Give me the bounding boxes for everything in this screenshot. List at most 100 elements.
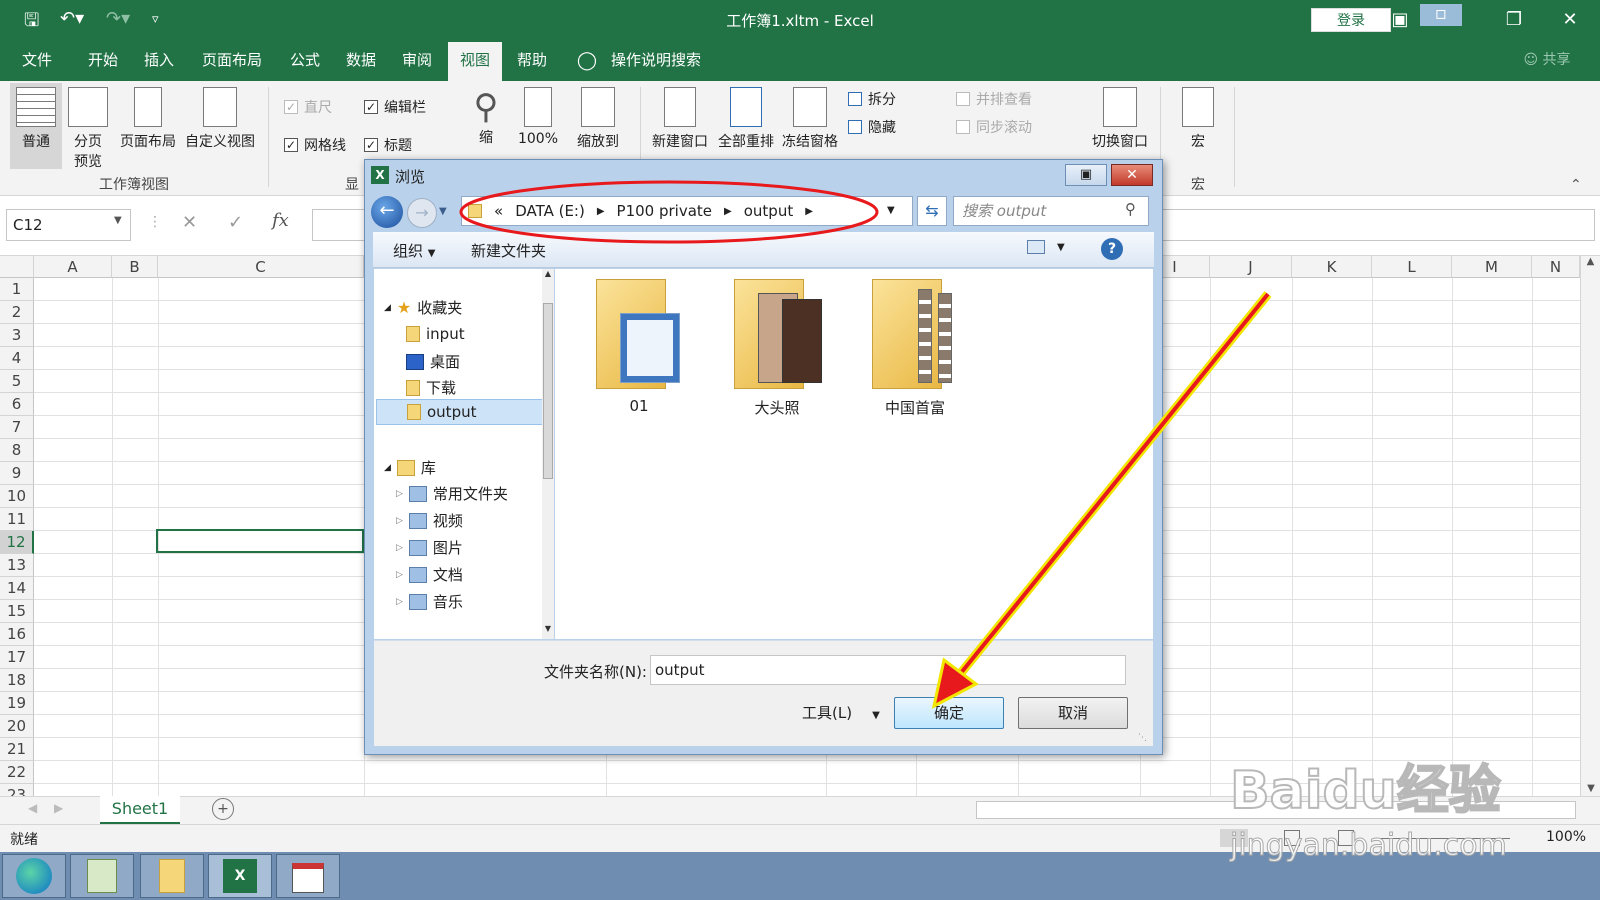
tab-formulas[interactable]: 公式 (280, 40, 330, 81)
nav-favorites[interactable]: ◢ ★ 收藏夹 (384, 297, 462, 318)
scroll-down-icon[interactable]: ▼ (1581, 783, 1600, 794)
undo-icon[interactable]: ↶▾ (60, 8, 84, 29)
row-header-22[interactable]: 22 (0, 761, 34, 784)
breadcrumb-arrow-icon[interactable]: ▶ (597, 206, 605, 217)
nav-item-pictures[interactable]: ▷ 图片 (396, 537, 463, 558)
expand-icon[interactable]: ▷ (396, 489, 403, 499)
select-all-corner[interactable] (0, 256, 34, 278)
expand-icon[interactable]: ▷ (396, 516, 403, 526)
close-button[interactable]: ✕ (1550, 6, 1590, 34)
view-side-by-side-button[interactable]: 并排查看 (956, 89, 1032, 109)
login-button[interactable]: 登录 (1311, 8, 1391, 32)
column-header-c[interactable]: C (158, 256, 364, 278)
search-box[interactable]: 搜索 output (953, 196, 1149, 226)
arrange-all-button[interactable]: 全部重排 (714, 87, 778, 151)
name-box[interactable]: C12 (6, 209, 131, 241)
tab-page-layout[interactable]: 页面布局 (196, 40, 268, 81)
row-header-19[interactable]: 19 (0, 692, 34, 715)
breadcrumb-drive[interactable]: DATA (E:) (515, 202, 585, 220)
new-folder-button[interactable]: 新建文件夹 (471, 240, 546, 261)
row-header-2[interactable]: 2 (0, 301, 34, 324)
switch-windows-button[interactable]: 切换窗口 (1088, 87, 1152, 151)
minimize-button[interactable]: ▫ (1420, 4, 1462, 26)
row-header-1[interactable]: 1 (0, 278, 34, 301)
row-header-13[interactable]: 13 (0, 554, 34, 577)
tab-home[interactable]: 开始 (78, 40, 128, 81)
help-icon[interactable]: ? (1101, 238, 1123, 260)
address-dropdown-icon[interactable]: ▼ (887, 205, 895, 216)
row-header-21[interactable]: 21 (0, 738, 34, 761)
normal-view-button[interactable]: 普通 (10, 83, 62, 169)
nav-item-desktop[interactable]: 桌面 (406, 351, 460, 372)
tab-view[interactable]: 视图 (448, 42, 502, 81)
excel-taskbar-icon[interactable]: X (208, 854, 272, 898)
collapse-ribbon-icon[interactable]: ⌃ (1570, 177, 1582, 193)
scroll-down-icon[interactable]: ▼ (542, 624, 554, 633)
row-header-17[interactable]: 17 (0, 646, 34, 669)
nav-item-input[interactable]: input (406, 325, 465, 343)
row-header-10[interactable]: 10 (0, 485, 34, 508)
breadcrumb-output[interactable]: output (744, 202, 793, 220)
share-button[interactable]: ☺ 共享 (1512, 40, 1582, 81)
row-header-8[interactable]: 8 (0, 439, 34, 462)
column-header-n[interactable]: N (1532, 256, 1580, 278)
ribbon-display-icon[interactable]: ▣ (1380, 6, 1420, 34)
row-header-18[interactable]: 18 (0, 669, 34, 692)
row-header-12[interactable]: 12 (0, 531, 34, 554)
cancel-button[interactable]: 取消 (1018, 697, 1128, 729)
page-layout-view-button[interactable]: 页面布局 (116, 87, 180, 151)
nav-item-music[interactable]: ▷ 音乐 (396, 591, 463, 612)
restore-button[interactable]: ❐ (1494, 6, 1534, 34)
forward-button[interactable]: → (407, 198, 437, 228)
cancel-entry-icon[interactable]: ✕ (182, 212, 197, 233)
redo-icon[interactable]: ↷▾ (106, 8, 130, 29)
insert-function-icon[interactable]: fx (272, 210, 289, 231)
row-header-4[interactable]: 4 (0, 347, 34, 370)
gridlines-checkbox[interactable]: ✓ 网格线 (284, 135, 346, 155)
row-header-5[interactable]: 5 (0, 370, 34, 393)
row-header-3[interactable]: 3 (0, 324, 34, 347)
recent-locations-dropdown-icon[interactable]: ▼ (439, 206, 447, 217)
scroll-up-icon[interactable]: ▲ (542, 269, 554, 278)
calendar-app-icon[interactable] (276, 854, 340, 898)
back-button[interactable]: ← (371, 196, 403, 228)
enter-icon[interactable]: ✓ (228, 212, 243, 233)
folder-content-pane[interactable]: 01 大头照 中国首富 (555, 269, 1153, 639)
save-icon[interactable]: 🖫 (24, 8, 39, 38)
hide-button[interactable]: 隐藏 (848, 117, 896, 137)
nav-item-documents[interactable]: ▷ 文档 (396, 564, 463, 585)
row-header-16[interactable]: 16 (0, 623, 34, 646)
nav-item-downloads[interactable]: 下载 (406, 377, 456, 398)
file-explorer-icon[interactable] (140, 854, 204, 898)
row-header-6[interactable]: 6 (0, 393, 34, 416)
refresh-icon[interactable]: ⇆ (917, 196, 947, 226)
zoom-level[interactable]: 100% (1546, 829, 1586, 845)
ok-button[interactable]: 确定 (894, 697, 1004, 729)
breadcrumb-arrow-icon[interactable]: ▶ (805, 206, 813, 217)
headings-checkbox[interactable]: ✓ 标题 (364, 135, 412, 155)
column-header-l[interactable]: L (1372, 256, 1452, 278)
dialog-close-button[interactable]: ✕ (1111, 164, 1153, 186)
tab-review[interactable]: 审阅 (392, 40, 442, 81)
folder-richest[interactable]: 中国首富 (855, 279, 975, 418)
row-header-11[interactable]: 11 (0, 508, 34, 531)
address-bar[interactable]: « DATA (E:) ▶ P100 private ▶ output ▶ (461, 196, 913, 226)
expand-icon[interactable]: ▷ (396, 597, 403, 607)
next-sheet-icon[interactable]: ▶ (54, 801, 63, 815)
nav-item-common-folders[interactable]: ▷ 常用文件夹 (396, 483, 508, 504)
tools-button[interactable]: 工具(L) ▼ (802, 697, 880, 729)
row-header-7[interactable]: 7 (0, 416, 34, 439)
folder-01[interactable]: 01 (579, 279, 699, 415)
expand-icon[interactable]: ▷ (396, 543, 403, 553)
row-header-9[interactable]: 9 (0, 462, 34, 485)
zoom-to-selection-button[interactable]: 缩放到 (570, 87, 626, 151)
dialog-restore-button[interactable]: ▣ (1065, 164, 1107, 186)
custom-views-button[interactable]: 自定义视图 (180, 87, 260, 151)
expand-icon[interactable]: ◢ (384, 303, 391, 313)
nav-item-videos[interactable]: ▷ 视频 (396, 510, 463, 531)
column-header-m[interactable]: M (1452, 256, 1532, 278)
sheet-tab-sheet1[interactable]: Sheet1 (100, 796, 180, 824)
row-header-20[interactable]: 20 (0, 715, 34, 738)
tab-insert[interactable]: 插入 (134, 40, 184, 81)
new-window-button[interactable]: 新建窗口 (648, 87, 712, 151)
